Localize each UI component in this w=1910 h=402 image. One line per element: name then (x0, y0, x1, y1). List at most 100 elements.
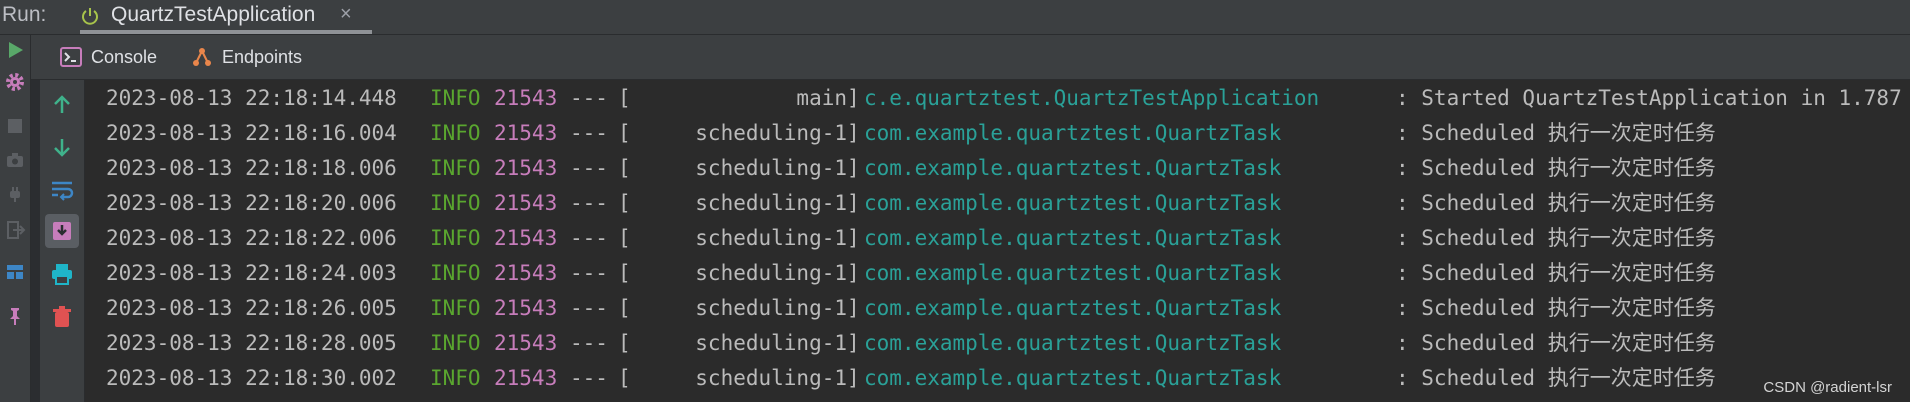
log-line: 2023-08-13 22:18:18.006 INFO 21543 --- [ sche… (106, 151, 1716, 186)
log-line: 2023-08-13 22:18:16.004 INFO 21543 --- [sche… (106, 116, 1716, 151)
log-separator: --- (570, 261, 608, 285)
log-pid: 21543 (494, 366, 558, 390)
log-bracket-close: ] (847, 86, 860, 110)
trash-icon[interactable] (49, 304, 75, 330)
log-bracket-open: [ (618, 191, 631, 215)
log-pid: 21543 (494, 226, 558, 250)
console-toolbar (40, 80, 85, 402)
print-icon[interactable] (49, 261, 75, 287)
log-bracket-close: ] (847, 331, 860, 355)
power-icon (82, 8, 98, 25)
log-separator: --- (570, 156, 608, 180)
console-output[interactable]: 2023-08-13 22:18:14.448 INFO 21543 --- [ main… (85, 80, 1910, 402)
tab-endpoints[interactable]: Endpoints (191, 35, 302, 79)
log-thread: scheduling-1 (695, 331, 847, 355)
log-separator: --- (570, 296, 608, 320)
log-timestamp: 2023-08-13 22:18:20.006 (106, 191, 397, 215)
log-timestamp: 2023-08-13 22:18:16.004 (106, 121, 397, 145)
active-tab-indicator (80, 30, 372, 34)
log-pid: 21543 (494, 261, 558, 285)
log-bracket-open: [ (618, 331, 631, 355)
log-timestamp: 2023-08-13 22:18:18.006 (106, 156, 397, 180)
log-message: : Scheduled 执行一次定时任务 (1396, 191, 1716, 215)
log-thread: main (796, 86, 847, 110)
tab-console-label: Console (91, 46, 158, 67)
log-level: INFO (430, 226, 481, 250)
log-line: 2023-08-13 22:18:26.005 INFO 21543 --- [sche… (106, 291, 1716, 326)
log-separator: --- (570, 121, 608, 145)
log-pid: 21543 (494, 296, 558, 320)
log-timestamp: 2023-08-13 22:18:26.005 (106, 296, 397, 320)
log-line: 2023-08-13 22:18:22.006 INFO 21543 --- [sche… (106, 221, 1716, 256)
stop-icon[interactable] (4, 115, 26, 137)
log-bracket-close: ] (847, 156, 860, 180)
log-separator: --- (570, 191, 608, 215)
tab-endpoints-label: Endpoints (222, 46, 303, 67)
log-message: : Scheduled 执行一次定时任务 (1396, 296, 1716, 320)
log-level: INFO (430, 366, 481, 390)
log-separator: --- (570, 226, 608, 250)
log-pid: 21543 (494, 86, 558, 110)
log-thread: scheduling-1 (695, 261, 847, 285)
scroll-to-end-button[interactable] (45, 214, 79, 248)
log-separator: --- (570, 366, 608, 390)
log-level: INFO (430, 296, 481, 320)
log-bracket-open: [ (618, 366, 631, 390)
log-message: : Scheduled 执行一次定时任务 (1396, 156, 1716, 180)
tool-window-tabs: Console Endpoints (31, 35, 1910, 80)
console-icon (60, 47, 82, 67)
tab-console[interactable]: Console (60, 35, 157, 79)
pin-icon[interactable] (4, 305, 26, 327)
log-pid: 21543 (494, 331, 558, 355)
log-bracket-open: [ (618, 296, 631, 320)
log-bracket-close: ] (847, 226, 860, 250)
run-tab-title: QuartzTestApplication (111, 3, 316, 26)
log-pid: 21543 (494, 121, 558, 145)
down-arrow-icon[interactable] (49, 134, 75, 160)
log-thread: scheduling-1 (695, 156, 847, 180)
log-logger: com.example.quartztest.QuartzTask (864, 191, 1282, 215)
log-bracket-close: ] (847, 191, 860, 215)
log-separator: --- (570, 86, 608, 110)
log-bracket-close: ] (847, 121, 860, 145)
log-level: INFO (430, 121, 481, 145)
log-line: 2023-08-13 22:18:14.448 INFO 21543 --- [main… (106, 81, 1902, 116)
camera-icon[interactable] (4, 149, 26, 171)
watermark: CSDN @radient-lsr (1763, 379, 1892, 396)
up-arrow-icon[interactable] (49, 92, 75, 118)
scroll-to-end-icon (53, 222, 71, 240)
log-line: 2023-08-13 22:18:24.003 INFO 21543 --- [sche… (106, 256, 1716, 291)
log-message: : Scheduled 执行一次定时任务 (1396, 261, 1716, 285)
log-timestamp: 2023-08-13 22:18:14.448 (106, 86, 397, 110)
run-tab[interactable]: QuartzTestApplication × (80, 0, 372, 34)
log-level: INFO (430, 156, 481, 180)
log-bracket-open: [ (618, 156, 631, 180)
log-bracket-open: [ (618, 261, 631, 285)
exit-icon[interactable] (4, 219, 26, 241)
rerun-icon[interactable] (4, 39, 26, 61)
close-icon[interactable]: × (340, 3, 352, 26)
log-timestamp: 2023-08-13 22:18:30.002 (106, 366, 397, 390)
log-logger: com.example.quartztest.QuartzTask (864, 331, 1282, 355)
log-timestamp: 2023-08-13 22:18:22.006 (106, 226, 397, 250)
log-pid: 21543 (494, 156, 558, 180)
log-logger: com.example.quartztest.QuartzTask (864, 226, 1282, 250)
soft-wrap-icon[interactable] (49, 176, 75, 202)
log-logger: c.e.quartztest.QuartzTestApplication (864, 86, 1320, 110)
layout-icon[interactable] (4, 261, 26, 283)
log-logger: com.example.quartztest.QuartzTask (864, 156, 1282, 180)
log-message: : Scheduled 执行一次定时任务 (1396, 226, 1716, 250)
log-thread: scheduling-1 (695, 226, 847, 250)
log-level: INFO (430, 86, 481, 110)
log-thread: scheduling-1 (695, 366, 847, 390)
log-timestamp: 2023-08-13 22:18:28.005 (106, 331, 397, 355)
endpoints-icon (193, 48, 211, 66)
log-timestamp: 2023-08-13 22:18:24.003 (106, 261, 397, 285)
settings-icon[interactable] (4, 71, 26, 93)
log-message: : Started QuartzTestApplication in 1.787 (1396, 86, 1902, 110)
plug-icon[interactable] (4, 183, 26, 205)
log-message: : Scheduled 执行一次定时任务 (1396, 121, 1716, 145)
log-logger: com.example.quartztest.QuartzTask (864, 366, 1282, 390)
log-message: : Scheduled 执行一次定时任务 (1396, 366, 1716, 390)
log-line: 2023-08-13 22:18:20.006 INFO 21543 --- [sche… (106, 186, 1716, 221)
